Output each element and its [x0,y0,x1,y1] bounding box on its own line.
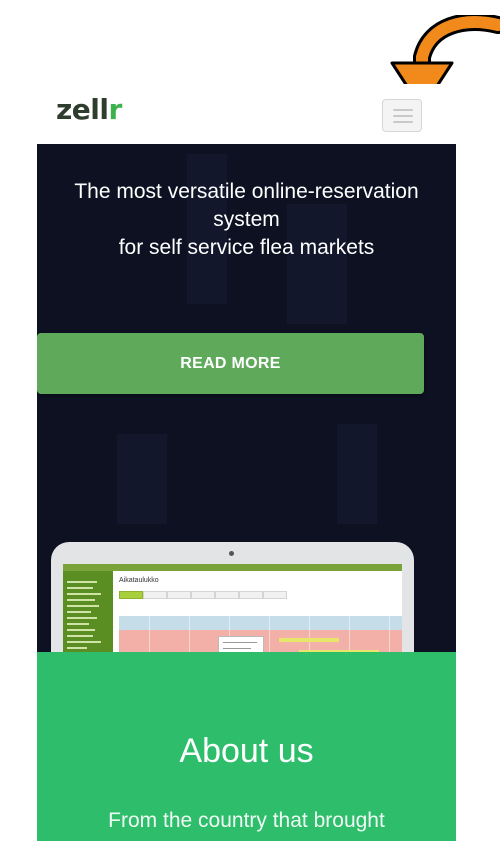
app-tab [167,591,191,599]
app-sidebar-item [67,581,97,583]
app-sidebar-item [67,647,87,649]
app-tab [143,591,167,599]
logo-text: zell [56,93,109,126]
menu-toggle-button[interactable] [382,99,422,132]
app-tab [215,591,239,599]
app-sidebar-item [67,599,95,601]
app-topbar [63,564,402,571]
logo-accent: r [108,93,122,126]
app-sidebar-item [67,641,101,643]
hero-title-line: The most versatile online-reservation [74,180,419,203]
app-content-title: Aikataulukko [119,577,159,584]
app-tab [119,591,143,599]
app-sidebar-item [67,605,99,607]
app-tab [191,591,215,599]
about-text: From the country that brought [108,809,385,832]
grid-booking [279,638,339,642]
hero-background-shape [337,424,377,524]
app-sidebar-item [67,611,91,613]
hamburger-menu-icon-bar [393,115,413,117]
app-tab [263,591,287,599]
about-section: About us From the country that brought [37,652,456,841]
grid-header [119,616,402,630]
hamburger-menu-icon-bar [393,121,413,123]
app-sidebar-item [67,629,95,631]
app-sidebar-item [67,587,93,589]
app-sidebar-item [67,623,89,625]
logo[interactable]: zellr [56,92,122,128]
page: zellr The most versatile online-reservat… [0,0,500,841]
app-sidebar-item [67,635,93,637]
navbar: zellr [37,84,456,144]
hamburger-menu-icon [393,109,413,111]
hero-background-shape [117,434,167,524]
grid-popup-line [223,648,251,649]
app-sidebar-item [67,593,101,595]
mobile-screen: zellr The most versatile online-reservat… [37,84,456,841]
hero-section: The most versatile online-reservation sy… [37,144,456,735]
grid-popup-line [223,642,257,643]
read-more-button[interactable]: READ MORE [37,333,424,394]
app-tab [239,591,263,599]
app-sidebar-item [67,617,97,619]
hero-title-line: for self service flea markets [118,236,375,259]
hero-title: The most versatile online-reservation sy… [37,178,456,262]
camera-icon [229,551,234,556]
about-title: About us [179,732,314,770]
hero-title-line: system [213,208,280,231]
